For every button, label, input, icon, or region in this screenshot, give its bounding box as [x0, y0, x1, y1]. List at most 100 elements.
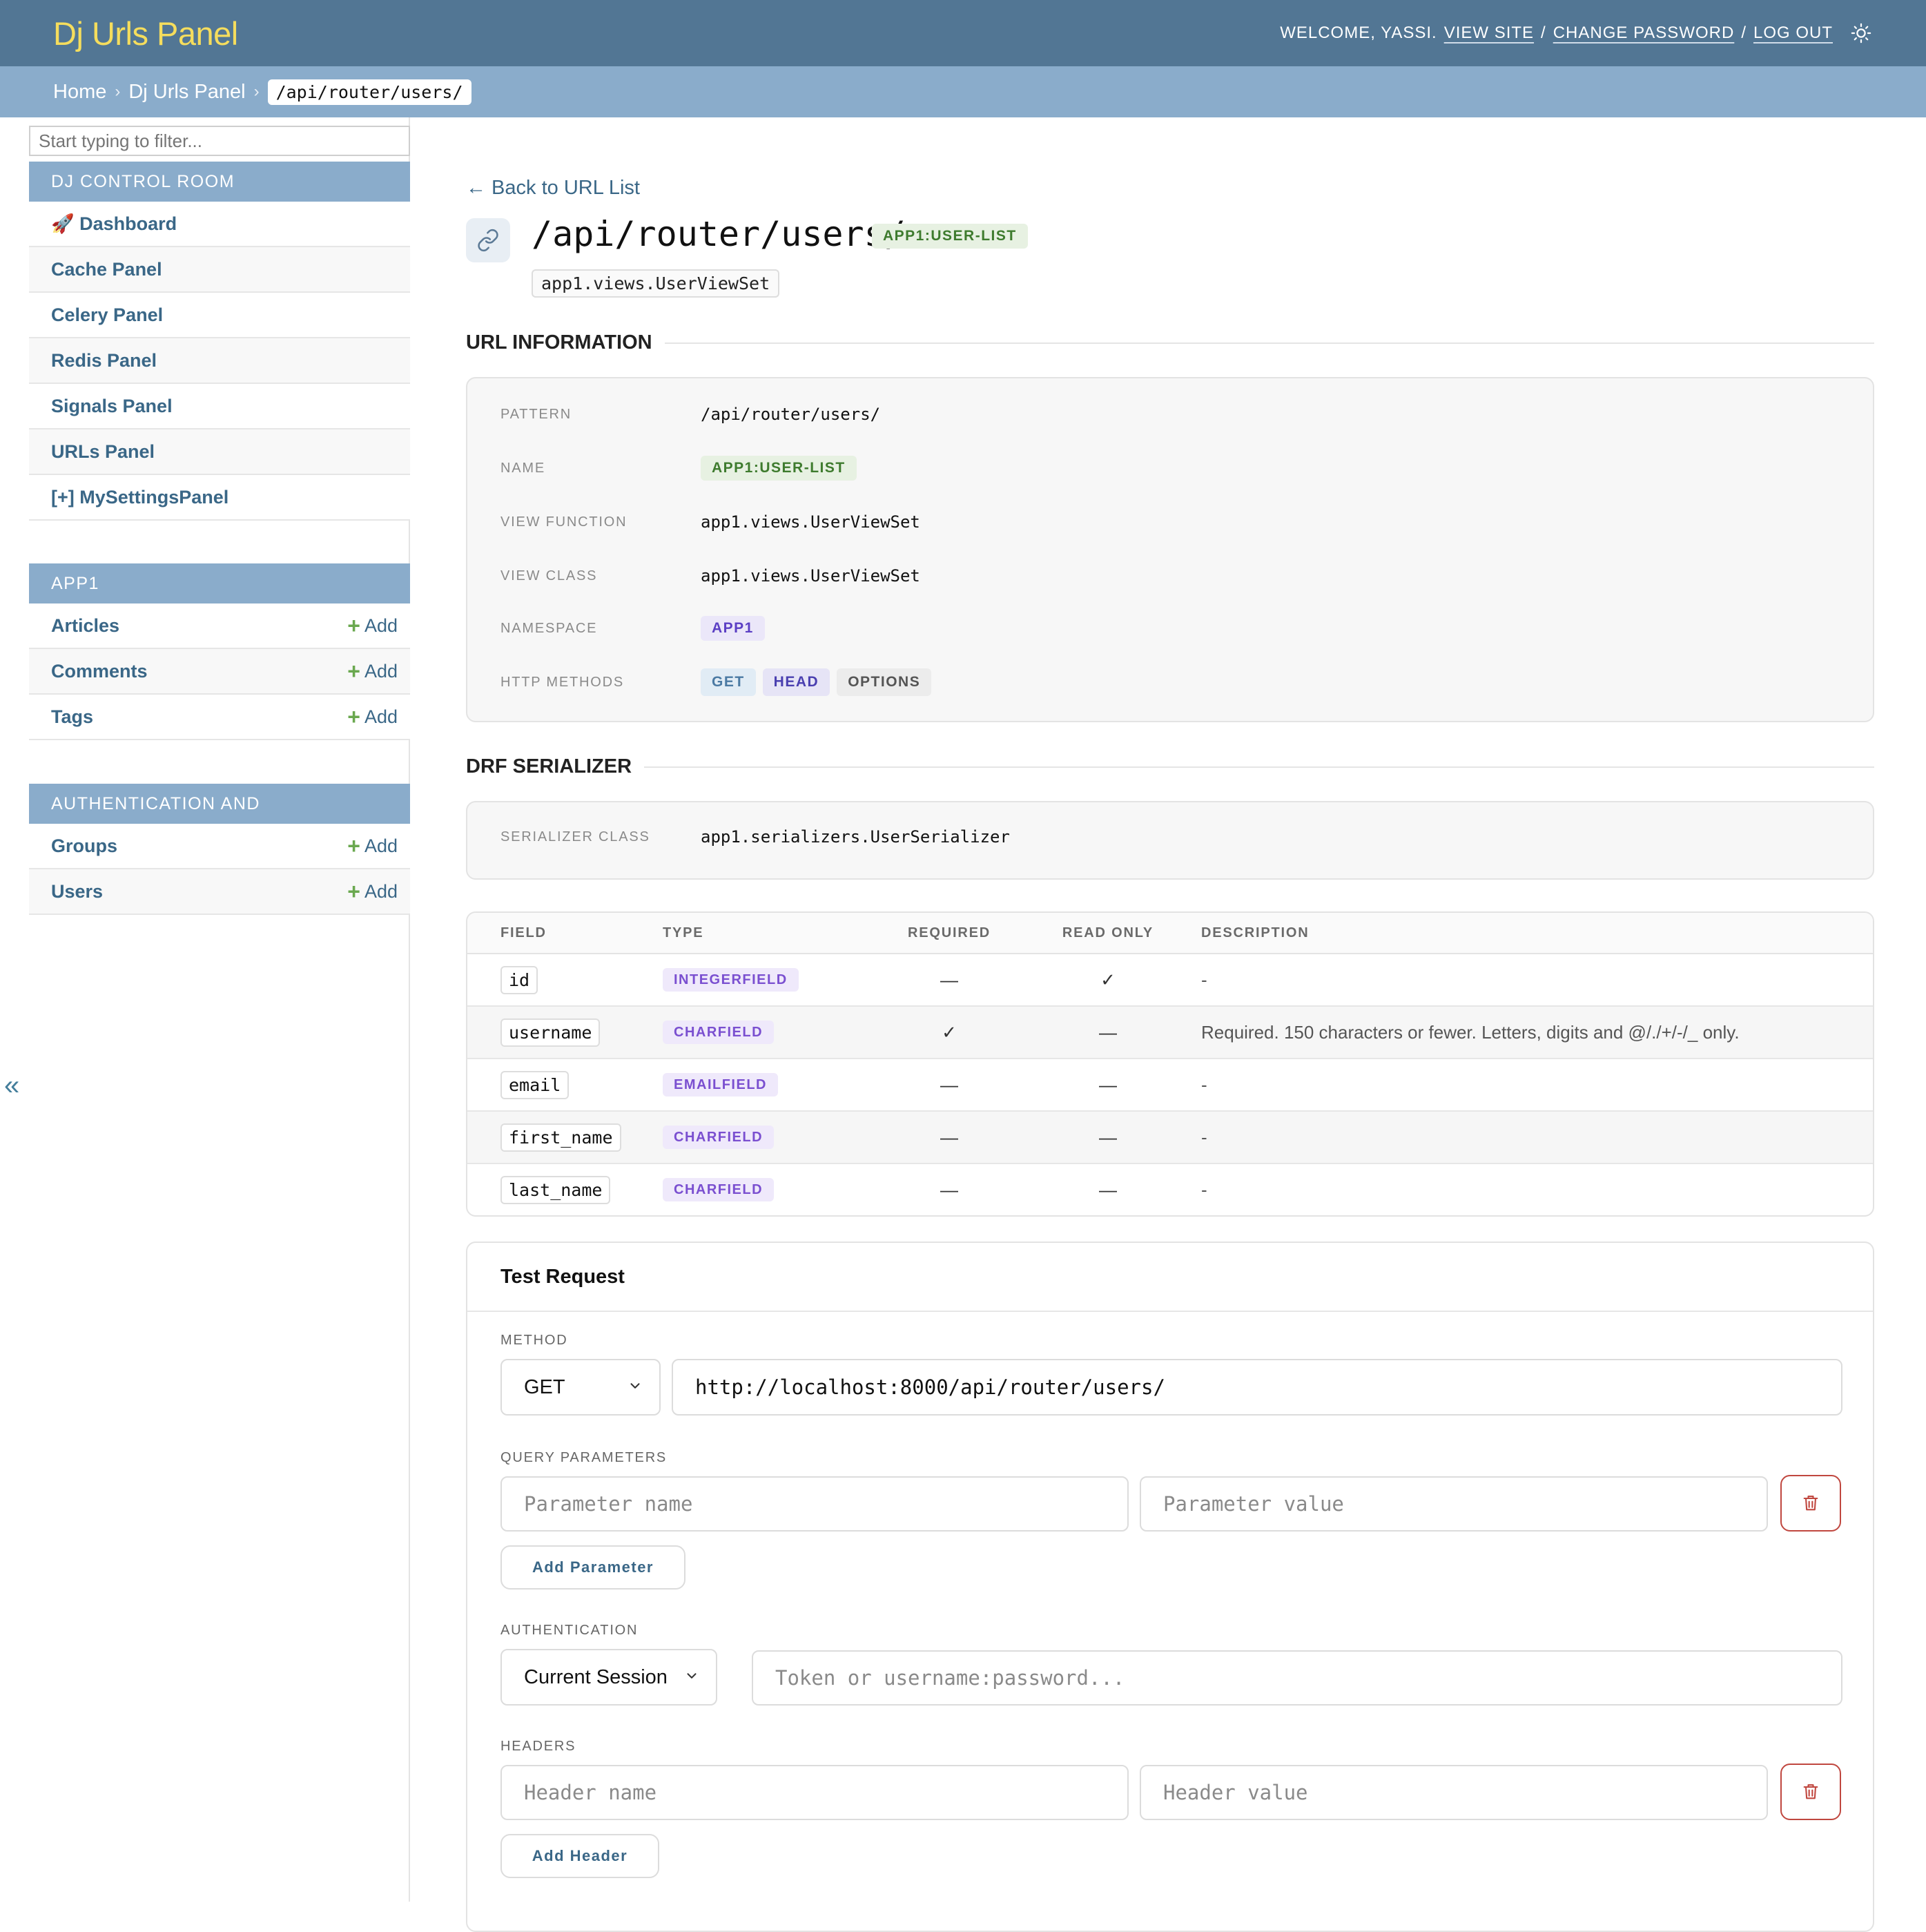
module-caption[interactable]: AUTHENTICATION AND AUTHORIZATION — [29, 784, 410, 853]
sidebar-item-comments[interactable]: Comments + Add — [29, 649, 410, 695]
method-select[interactable]: GET — [500, 1359, 661, 1416]
auth-token-input[interactable] — [752, 1650, 1842, 1706]
sidebar-item-redis-panel[interactable]: Redis Panel — [29, 338, 410, 384]
info-label: VIEW CLASS — [500, 568, 598, 583]
field-name: username — [500, 1018, 601, 1047]
module-caption[interactable]: DJ CONTROL ROOM — [29, 162, 410, 202]
sidebar-item-label: Signals Panel — [51, 395, 173, 416]
sidebar-item-label: Redis Panel — [51, 349, 157, 371]
collapse-sidebar-button[interactable]: « — [4, 1070, 19, 1101]
trash-icon — [1803, 1496, 1818, 1511]
sun-icon[interactable] — [1849, 21, 1873, 45]
serializer-card: SERIALIZER CLASS app1.serializers.UserSe… — [466, 801, 1874, 880]
info-label: SERIALIZER CLASS — [500, 829, 650, 844]
module-auth: AUTHENTICATION AND AUTHORIZATION Groups … — [29, 784, 410, 915]
nav-filter-input[interactable] — [29, 126, 410, 156]
nav-sidebar: DJ CONTROL ROOM 🚀 Dashboard Cache Panel … — [29, 117, 410, 1902]
column-header-description: DESCRIPTION — [1201, 925, 1310, 940]
breadcrumb-home[interactable]: Home — [53, 81, 106, 104]
info-label: NAME — [500, 460, 545, 476]
breadcrumb: Home › Dj Urls Panel › /api/router/users… — [0, 66, 1926, 117]
header-name-input[interactable] — [500, 1765, 1129, 1820]
add-groups-link[interactable]: + Add — [347, 835, 398, 857]
view-chip: app1.views.UserViewSet — [532, 269, 780, 298]
module-app1: APP1 Articles + Add Comments + Add Tags + A… — [29, 563, 410, 740]
info-row-namespace: NAMESPACE APP1 — [500, 616, 765, 641]
plus-icon: + — [347, 613, 360, 638]
table-row: email EMAILFIELD — — - — [467, 1059, 1873, 1112]
authentication-label: AUTHENTICATION — [500, 1623, 639, 1638]
sidebar-item-signals-panel[interactable]: Signals Panel — [29, 384, 410, 429]
trash-icon — [1803, 1784, 1818, 1799]
remove-header-button[interactable] — [1780, 1764, 1841, 1820]
sidebar-item-label: Celery Panel — [51, 304, 164, 325]
url-information-heading: URL INFORMATION — [466, 331, 1874, 354]
sidebar-item-label: Users — [51, 880, 104, 902]
column-header-field: FIELD — [500, 925, 547, 940]
view-site-link[interactable]: VIEW SITE — [1444, 23, 1534, 43]
add-label: Add — [364, 615, 398, 636]
field-name: id — [500, 965, 538, 994]
field-type-badge: CHARFIELD — [663, 1125, 775, 1149]
info-value: app1.views.UserViewSet — [701, 512, 920, 532]
field-name: first_name — [500, 1123, 621, 1152]
link-icon — [466, 218, 510, 262]
test-request-title: Test Request — [500, 1266, 625, 1288]
add-parameter-button[interactable]: Add Parameter — [500, 1545, 685, 1590]
field-type-badge: INTEGERFIELD — [663, 967, 799, 992]
site-header: Dj Urls Panel WELCOME, YASSI. VIEW SITE … — [0, 0, 1926, 66]
add-comments-link[interactable]: + Add — [347, 660, 398, 682]
sidebar-item-label: [+] MySettingsPanel — [51, 486, 229, 508]
section-heading-text: URL INFORMATION — [466, 331, 652, 354]
request-url-input[interactable] — [672, 1359, 1842, 1416]
authentication-select[interactable]: Current Session — [500, 1649, 717, 1706]
read-only-value: — — [1099, 1179, 1117, 1200]
info-value: app1.serializers.UserSerializer — [701, 827, 1010, 847]
sidebar-item-articles[interactable]: Articles + Add — [29, 603, 410, 649]
sidebar-item-tags[interactable]: Tags + Add — [29, 695, 410, 740]
sidebar-item-cache-panel[interactable]: Cache Panel — [29, 247, 410, 293]
info-row-http-methods: HTTP METHODS GET HEAD OPTIONS — [500, 668, 938, 696]
section-heading-text: DRF SERIALIZER — [466, 755, 632, 777]
column-header-type: TYPE — [663, 925, 704, 940]
add-articles-link[interactable]: + Add — [347, 615, 398, 637]
info-row-serializer-class: SERIALIZER CLASS app1.serializers.UserSe… — [500, 827, 1010, 847]
required-value: — — [940, 1126, 958, 1148]
parameter-name-input[interactable] — [500, 1476, 1129, 1532]
read-only-value: — — [1099, 1126, 1117, 1148]
add-label: Add — [364, 706, 398, 727]
log-out-link[interactable]: LOG OUT — [1753, 23, 1833, 43]
sidebar-item-label: Cache Panel — [51, 258, 162, 280]
info-label: PATTERN — [500, 406, 572, 422]
parameter-value-input[interactable] — [1140, 1476, 1768, 1532]
sidebar-item-label: Tags — [51, 706, 94, 727]
breadcrumb-separator: › — [115, 82, 121, 101]
sidebar-item-users[interactable]: Users + Add — [29, 869, 410, 915]
info-label: HTTP METHODS — [500, 674, 625, 690]
info-row-pattern: PATTERN /api/router/users/ — [500, 405, 880, 424]
change-password-link[interactable]: CHANGE PASSWORD — [1553, 23, 1735, 43]
separator: / — [1541, 23, 1546, 42]
test-request-card: Test Request METHOD GET QUERY PARAMETERS… — [466, 1242, 1874, 1932]
back-to-url-list-link[interactable]: ← Back to URL List — [466, 177, 640, 200]
add-header-button[interactable]: Add Header — [500, 1834, 659, 1878]
read-only-value: — — [1099, 1074, 1117, 1095]
site-branding[interactable]: Dj Urls Panel — [53, 15, 238, 52]
page-title: /api/router/users/ — [532, 214, 906, 254]
module-caption[interactable]: APP1 — [29, 563, 410, 603]
chevron-down-icon — [684, 1666, 699, 1689]
serializer-fields-table: FIELD TYPE REQUIRED READ ONLY DESCRIPTIO… — [466, 911, 1874, 1217]
sidebar-item-urls-panel[interactable]: URLs Panel — [29, 429, 410, 475]
sidebar-item-mysettingspanel[interactable]: [+] MySettingsPanel — [29, 475, 410, 521]
sidebar-item-celery-panel[interactable]: Celery Panel — [29, 293, 410, 338]
column-header-required: REQUIRED — [908, 925, 991, 940]
breadcrumb-panel[interactable]: Dj Urls Panel — [128, 81, 245, 104]
header-value-input[interactable] — [1140, 1765, 1768, 1820]
add-users-link[interactable]: + Add — [347, 880, 398, 902]
remove-parameter-button[interactable] — [1780, 1475, 1841, 1532]
method-badge-head: HEAD — [762, 668, 830, 696]
sidebar-item-dashboard[interactable]: 🚀 Dashboard — [29, 202, 410, 247]
add-tags-link[interactable]: + Add — [347, 706, 398, 728]
table-header-row: FIELD TYPE REQUIRED READ ONLY DESCRIPTIO… — [467, 913, 1873, 954]
sidebar-item-label: 🚀 Dashboard — [51, 213, 177, 234]
